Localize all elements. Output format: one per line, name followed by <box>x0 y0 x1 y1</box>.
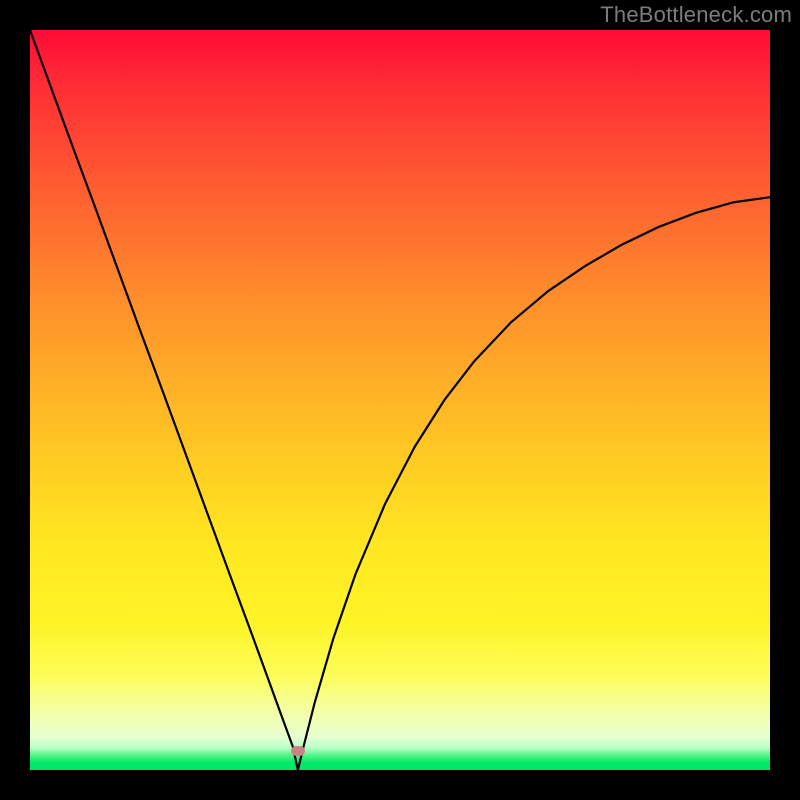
curve-path <box>30 30 770 770</box>
optimum-marker <box>291 746 305 756</box>
plot-area <box>30 30 770 770</box>
watermark-text: TheBottleneck.com <box>600 2 792 28</box>
outer-frame: TheBottleneck.com <box>0 0 800 800</box>
bottleneck-curve <box>30 30 770 770</box>
